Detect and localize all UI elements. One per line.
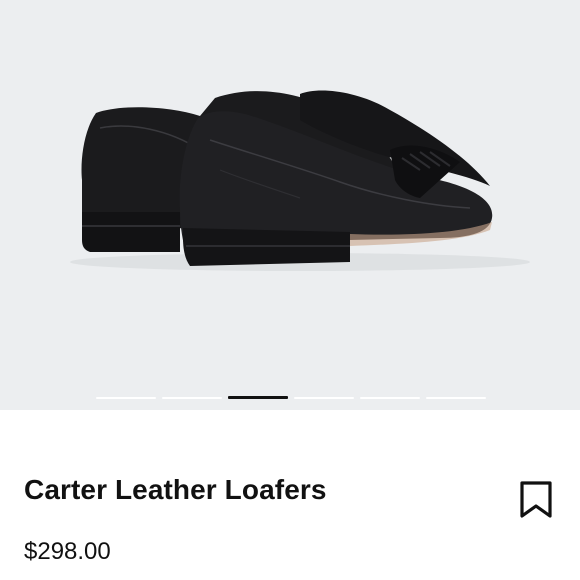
pager-dot[interactable] bbox=[426, 397, 486, 399]
front-shoe bbox=[179, 90, 493, 266]
product-title: Carter Leather Loafers bbox=[24, 474, 327, 505]
pager-dot-active[interactable] bbox=[228, 396, 288, 399]
product-detail-screen: Carter Leather Loafers $298.00 bbox=[0, 0, 580, 580]
bookmark-icon bbox=[520, 481, 552, 518]
pager-dot[interactable] bbox=[294, 397, 354, 399]
image-pager-indicator bbox=[96, 396, 486, 400]
pager-dot[interactable] bbox=[162, 397, 222, 399]
bookmark-button[interactable] bbox=[512, 476, 560, 524]
product-image-gallery[interactable] bbox=[0, 0, 580, 410]
product-photo bbox=[70, 90, 530, 271]
product-price: $298.00 bbox=[24, 538, 111, 565]
pager-dot[interactable] bbox=[96, 397, 156, 399]
pager-dot[interactable] bbox=[360, 397, 420, 399]
